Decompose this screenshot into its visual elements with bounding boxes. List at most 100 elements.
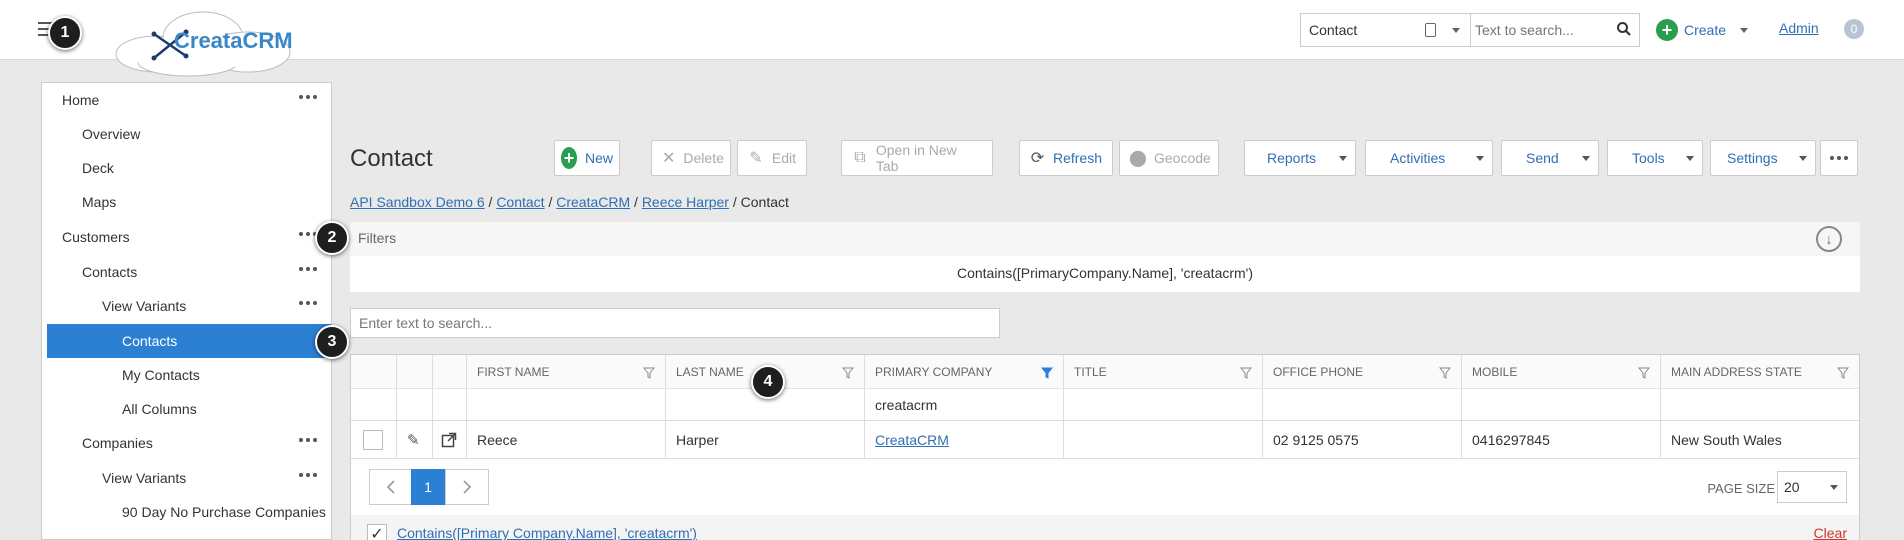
filter-icon[interactable] <box>1439 367 1451 379</box>
more-options-icon[interactable] <box>299 438 317 442</box>
breadcrumb-link[interactable]: Contact <box>496 194 544 210</box>
chevron-down-icon[interactable] <box>1740 27 1749 33</box>
applied-filter-link[interactable]: Contains([Primary Company.Name], 'creata… <box>397 525 697 540</box>
sidebar-item-all-columns[interactable]: All Columns <box>42 392 331 426</box>
entity-select[interactable]: Contact <box>1301 14 1471 46</box>
reports-dropdown[interactable]: Reports <box>1244 140 1356 176</box>
search-icon[interactable] <box>1617 22 1631 36</box>
more-options-icon[interactable] <box>299 95 317 99</box>
column-header-first-name[interactable]: FIRST NAME <box>467 355 666 388</box>
breadcrumb-separator: / <box>548 194 553 210</box>
filter-cell-office-phone[interactable] <box>1263 389 1462 420</box>
sidebar-item-company-view-variants[interactable]: View Variants <box>42 461 331 495</box>
column-header-title[interactable]: TITLE <box>1064 355 1263 388</box>
sidebar-item-contacts-variant[interactable]: Contacts <box>47 324 331 358</box>
admin-link[interactable]: Admin <box>1779 20 1819 36</box>
sidebar-item-deck[interactable]: Deck <box>42 151 331 185</box>
filters-label: Filters <box>358 230 397 246</box>
sidebar-item-90-day-no-purchase[interactable]: 90 Day No Purchase Companies <box>42 495 331 529</box>
app-logo[interactable]: CreataCRM <box>108 8 308 78</box>
row-checkbox[interactable] <box>363 429 383 450</box>
create-button[interactable]: + Create <box>1656 17 1749 43</box>
column-header-primary-company[interactable]: PRIMARY COMPANY <box>865 355 1064 388</box>
sidebar-item-label: 90 Day No Purchase Companies <box>122 504 326 520</box>
settings-dropdown[interactable]: Settings <box>1710 140 1816 176</box>
more-options-icon[interactable] <box>299 473 317 477</box>
user-avatar[interactable]: 0 <box>1844 19 1864 39</box>
cell-office-phone: 02 9125 0575 <box>1263 421 1462 458</box>
activities-dropdown[interactable]: Activities <box>1365 140 1493 176</box>
breadcrumb-link[interactable]: CreataCRM <box>556 194 630 210</box>
plus-icon: + <box>1656 19 1678 41</box>
sidebar-item-view-variants[interactable]: View Variants <box>42 289 331 323</box>
top-bar: CreataCRM Contact + Create Admin 0 <box>0 0 1904 77</box>
cell-mobile: 0416297845 <box>1462 421 1661 458</box>
settings-label: Settings <box>1727 150 1778 166</box>
filter-icon[interactable] <box>1837 367 1849 379</box>
applied-filter-checkbox[interactable]: ✓ <box>367 524 387 540</box>
sidebar-item-maps[interactable]: Maps <box>42 185 331 219</box>
sidebar-item-contacts[interactable]: Contacts <box>42 255 331 289</box>
column-header-mobile[interactable]: MOBILE <box>1462 355 1661 388</box>
more-options-icon[interactable] <box>299 267 317 271</box>
global-search-input[interactable] <box>1475 16 1615 44</box>
edit-button[interactable]: ✎ Edit <box>737 140 807 176</box>
column-header-office-phone[interactable]: OFFICE PHONE <box>1263 355 1462 388</box>
filter-icon[interactable] <box>1240 367 1252 379</box>
external-link-icon[interactable] <box>441 432 457 448</box>
filter-icon[interactable] <box>1638 367 1650 379</box>
sidebar-item-label: Contacts <box>82 264 138 280</box>
open-in-new-tab-button[interactable]: ⧉ Open in New Tab <box>841 140 993 176</box>
grid-search-input[interactable] <box>350 308 1000 338</box>
chevron-left-icon <box>386 480 395 494</box>
chevron-down-icon <box>1830 485 1838 490</box>
create-label: Create <box>1684 22 1727 38</box>
filter-active-icon[interactable] <box>1041 367 1053 379</box>
filter-cell-state[interactable] <box>1661 389 1859 420</box>
row-select-cell <box>351 421 397 458</box>
clear-filter-link[interactable]: Clear <box>1814 525 1847 540</box>
column-header-label: OFFICE PHONE <box>1273 364 1364 379</box>
table-row[interactable]: ✎ Reece Harper CreataCRM 02 9125 0575 04… <box>351 421 1859 459</box>
grid-filter-row: creatacrm <box>351 389 1859 421</box>
page-size-select[interactable]: 20 <box>1777 471 1847 503</box>
page-button-current[interactable]: 1 <box>411 469 445 505</box>
tools-dropdown[interactable]: Tools <box>1607 140 1703 176</box>
sidebar-item-home[interactable]: Home <box>42 83 331 117</box>
sidebar-item-customers[interactable]: Customers <box>42 220 331 254</box>
step-badge-3: 3 <box>315 325 349 359</box>
chevron-down-icon <box>1799 156 1807 161</box>
global-search: Contact <box>1300 13 1640 47</box>
sidebar-item-overview[interactable]: Overview <box>42 117 331 151</box>
sidebar-item-my-contacts[interactable]: My Contacts <box>42 358 331 392</box>
breadcrumb-link[interactable]: Reece Harper <box>642 194 729 210</box>
sidebar-item-companies[interactable]: Companies <box>42 426 331 460</box>
new-label: New <box>584 150 613 166</box>
more-actions-button[interactable] <box>1820 140 1858 176</box>
more-options-icon[interactable] <box>299 301 317 305</box>
send-dropdown[interactable]: Send <box>1501 140 1599 176</box>
primary-company-link[interactable]: CreataCRM <box>875 432 949 448</box>
new-button[interactable]: + New <box>554 140 620 176</box>
breadcrumb-link[interactable]: API Sandbox Demo 6 <box>350 194 485 210</box>
refresh-button[interactable]: ⟳ Refresh <box>1019 140 1113 176</box>
filter-icon[interactable] <box>643 367 655 379</box>
geocode-button[interactable]: ⬤ Geocode <box>1119 140 1219 176</box>
filter-cell-primary-company[interactable]: creatacrm <box>865 389 1064 420</box>
breadcrumb-current: Contact <box>740 194 789 210</box>
next-page-button[interactable] <box>445 469 489 505</box>
column-header-label: TITLE <box>1074 364 1107 379</box>
arrow-down-circle-icon[interactable]: ↓ <box>1816 226 1842 252</box>
page-size-label: PAGE SIZE <box>1707 481 1775 496</box>
filter-cell-title[interactable] <box>1064 389 1263 420</box>
filter-cell-mobile[interactable] <box>1462 389 1661 420</box>
prev-page-button[interactable] <box>369 469 413 505</box>
cell-main-address-state: New South Wales <box>1671 431 1782 448</box>
column-header-main-address-state[interactable]: MAIN ADDRESS STATE <box>1661 355 1859 388</box>
pencil-icon[interactable]: ✎ <box>407 431 420 449</box>
header-open-cell <box>433 355 467 388</box>
filter-icon[interactable] <box>842 367 854 379</box>
entity-select-value: Contact <box>1309 22 1358 38</box>
delete-button[interactable]: ✕ Delete <box>651 140 731 176</box>
filter-cell-first-name[interactable] <box>467 389 666 420</box>
